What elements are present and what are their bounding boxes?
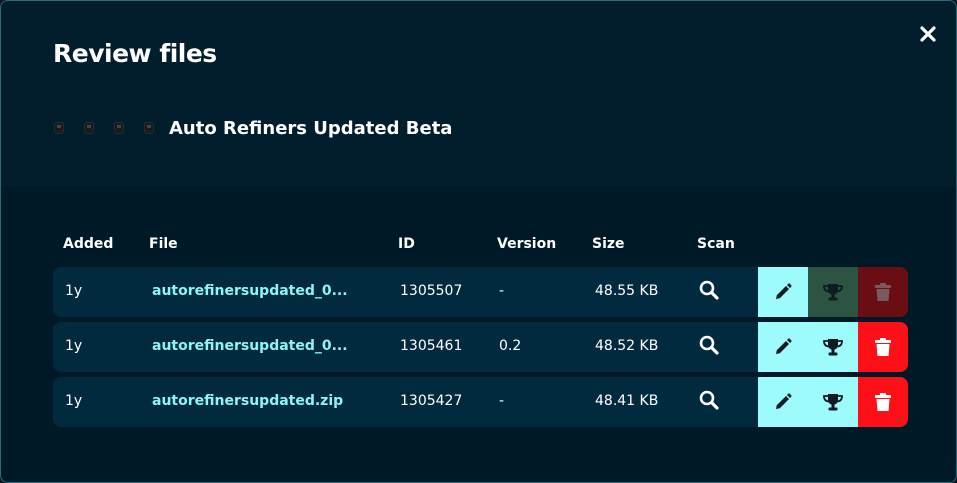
column-header-added: Added bbox=[63, 236, 114, 252]
scan-search-icon[interactable] bbox=[698, 389, 720, 411]
table-row: 1y autorefinersupdated.zip 1305427 - 48.… bbox=[53, 377, 908, 427]
id-cell: 1305427 bbox=[400, 393, 463, 409]
trash-icon bbox=[875, 283, 891, 301]
edit-button[interactable] bbox=[758, 267, 808, 317]
size-cell: 48.41 KB bbox=[595, 393, 659, 409]
block-thumbnail-icon bbox=[53, 121, 65, 135]
project-name: Auto Refiners Updated Beta bbox=[169, 117, 453, 139]
edit-button[interactable] bbox=[758, 322, 808, 372]
block-thumbnail-icon bbox=[113, 121, 125, 135]
delete-button[interactable] bbox=[858, 322, 908, 372]
id-cell: 1305461 bbox=[400, 338, 463, 354]
feature-trophy-button[interactable] bbox=[808, 377, 858, 427]
column-header-file: File bbox=[149, 236, 178, 252]
dialog-title: Review files bbox=[53, 39, 217, 68]
scan-search-icon[interactable] bbox=[698, 334, 720, 356]
id-cell: 1305507 bbox=[400, 283, 463, 299]
version-cell: 0.2 bbox=[499, 338, 522, 354]
table-row: 1y autorefinersupdated_0... 1305461 0.2 … bbox=[53, 322, 908, 372]
table-row: 1y autorefinersupdated_0... 1305507 - 48… bbox=[53, 267, 908, 317]
block-thumbnail-icon bbox=[143, 121, 155, 135]
size-cell: 48.55 KB bbox=[595, 283, 659, 299]
file-link[interactable]: autorefinersupdated_0... bbox=[152, 283, 348, 299]
column-header-size: Size bbox=[592, 236, 625, 252]
feature-trophy-button[interactable] bbox=[808, 322, 858, 372]
delete-button[interactable] bbox=[858, 267, 908, 317]
column-header-version: Version bbox=[497, 236, 557, 252]
added-cell: 1y bbox=[65, 283, 83, 299]
trophy-icon bbox=[823, 284, 843, 301]
file-link[interactable]: autorefinersupdated.zip bbox=[152, 393, 343, 409]
trophy-icon bbox=[823, 339, 843, 356]
added-cell: 1y bbox=[65, 393, 83, 409]
table-header: Added File ID Version Size Scan bbox=[53, 234, 908, 256]
added-cell: 1y bbox=[65, 338, 83, 354]
row-actions bbox=[758, 377, 908, 427]
close-icon[interactable] bbox=[917, 23, 939, 45]
version-cell: - bbox=[499, 393, 505, 409]
trash-icon bbox=[875, 393, 891, 411]
scan-search-icon[interactable] bbox=[698, 279, 720, 301]
row-actions bbox=[758, 322, 908, 372]
feature-trophy-button[interactable] bbox=[808, 267, 858, 317]
row-actions bbox=[758, 267, 908, 317]
column-header-scan: Scan bbox=[697, 236, 735, 252]
version-cell: - bbox=[499, 283, 505, 299]
file-link[interactable]: autorefinersupdated_0... bbox=[152, 338, 348, 354]
review-files-dialog: Review files Auto Refiners Updated Beta … bbox=[0, 0, 957, 483]
block-thumbnail-icon bbox=[83, 121, 95, 135]
pencil-icon bbox=[776, 393, 792, 409]
trash-icon bbox=[875, 338, 891, 356]
delete-button[interactable] bbox=[858, 377, 908, 427]
dialog-header: Review files Auto Refiners Updated Beta bbox=[1, 1, 956, 187]
size-cell: 48.52 KB bbox=[595, 338, 659, 354]
trophy-icon bbox=[823, 394, 843, 411]
project-info: Auto Refiners Updated Beta bbox=[53, 113, 452, 143]
edit-button[interactable] bbox=[758, 377, 808, 427]
pencil-icon bbox=[776, 338, 792, 354]
pencil-icon bbox=[776, 283, 792, 299]
column-header-id: ID bbox=[398, 236, 415, 252]
